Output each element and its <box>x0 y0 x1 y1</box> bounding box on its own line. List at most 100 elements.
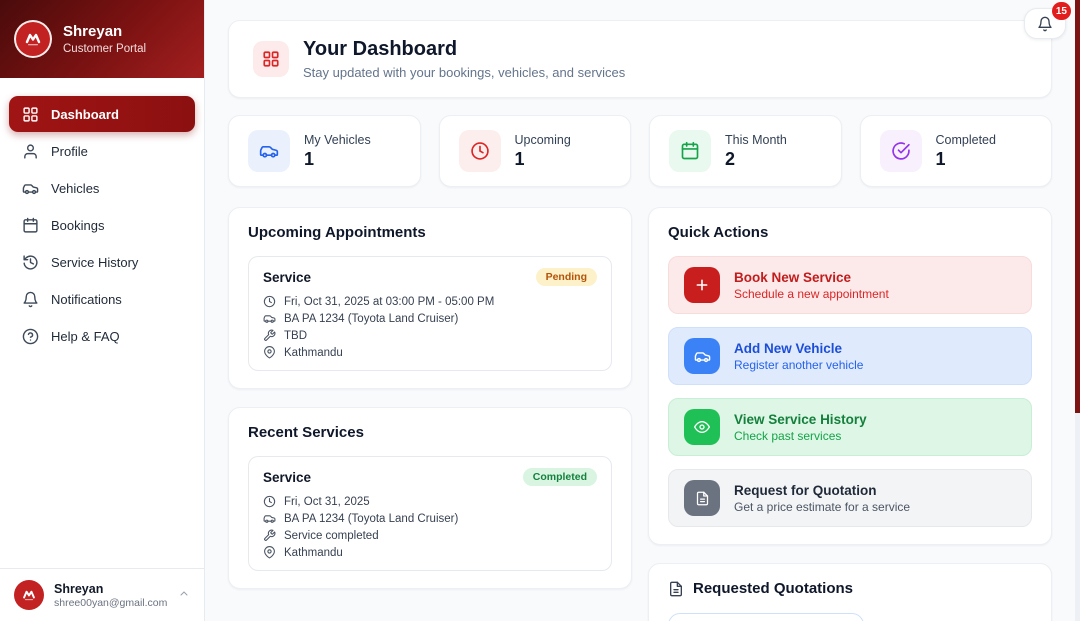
brand-title: Shreyan <box>63 23 146 42</box>
stat-card-this-month: This Month 2 <box>649 115 842 187</box>
action-title: Request for Quotation <box>734 483 910 498</box>
service-name: Service <box>263 470 311 485</box>
brand-subtitle: Customer Portal <box>63 43 146 55</box>
stat-value: 1 <box>936 149 996 170</box>
appointment-vehicle: BA PA 1234 (Toyota Land Cruiser) <box>284 313 458 325</box>
bell-icon <box>22 291 39 308</box>
stat-value: 1 <box>304 149 371 170</box>
action-subtitle: Get a price estimate for a service <box>734 500 910 514</box>
sidebar-item-label: Help & FAQ <box>51 329 120 344</box>
appointment-service: TBD <box>284 330 307 342</box>
customer-portal-app: Shreyan Customer Portal Dashboard Profil… <box>0 0 1080 621</box>
sidebar-item-label: Dashboard <box>51 107 119 122</box>
action-title: View Service History <box>734 412 867 427</box>
car-icon <box>248 130 290 172</box>
sidebar-item-label: Notifications <box>51 292 122 307</box>
sidebar-item-dashboard[interactable]: Dashboard <box>9 96 195 132</box>
book-new-service-button[interactable]: Book New Service Schedule a new appointm… <box>668 256 1032 314</box>
sidebar-nav: Dashboard Profile Vehicles Bookings <box>0 78 204 568</box>
check-circle-icon <box>880 130 922 172</box>
section-title: Upcoming Appointments <box>248 224 612 241</box>
car-icon <box>22 180 39 197</box>
car-icon <box>263 312 276 325</box>
chevron-up-icon <box>178 588 190 603</box>
bell-icon <box>1037 16 1053 32</box>
brand-logo <box>14 20 52 58</box>
sidebar-item-vehicles[interactable]: Vehicles <box>9 170 195 206</box>
action-subtitle: Register another vehicle <box>734 358 863 372</box>
clock-icon <box>263 495 276 508</box>
user-email: shree00yan@gmail.com <box>54 597 167 609</box>
action-subtitle: Schedule a new appointment <box>734 287 889 301</box>
section-title: Recent Services <box>248 424 612 441</box>
service-datetime: Fri, Oct 31, 2025 <box>284 496 370 508</box>
status-badge: Pending <box>536 268 597 286</box>
map-pin-icon <box>263 546 276 559</box>
main-content: 15 Your Dashboard Stay updated with your… <box>205 0 1080 621</box>
page-header-card: Your Dashboard Stay updated with your bo… <box>228 20 1052 98</box>
page-subtitle: Stay updated with your bookings, vehicle… <box>303 65 625 80</box>
appointment-name: Service <box>263 270 311 285</box>
file-icon <box>668 581 684 597</box>
user-avatar <box>14 580 44 610</box>
request-quotation-button[interactable]: Request for Quotation Get a price estima… <box>668 469 1032 527</box>
quotation-item[interactable] <box>668 613 864 621</box>
sidebar-user-menu[interactable]: Shreyan shree00yan@gmail.com <box>0 568 204 621</box>
clock-icon <box>459 130 501 172</box>
appointment-datetime: Fri, Oct 31, 2025 at 03:00 PM - 05:00 PM <box>284 296 494 308</box>
help-circle-icon <box>22 328 39 345</box>
add-new-vehicle-button[interactable]: Add New Vehicle Register another vehicle <box>668 327 1032 385</box>
section-title: Requested Quotations <box>693 580 853 597</box>
calendar-icon <box>669 130 711 172</box>
clock-icon <box>263 295 276 308</box>
stats-row: My Vehicles 1 Upcoming 1 This Month <box>228 115 1052 187</box>
sidebar-item-label: Vehicles <box>51 181 99 196</box>
service-location: Kathmandu <box>284 547 343 559</box>
sidebar: Shreyan Customer Portal Dashboard Profil… <box>0 0 205 621</box>
dashboard-grid-icon <box>22 106 39 123</box>
stat-card-upcoming: Upcoming 1 <box>439 115 632 187</box>
user-icon <box>22 143 39 160</box>
status-badge: Completed <box>523 468 597 486</box>
stat-card-completed: Completed 1 <box>860 115 1053 187</box>
quick-actions-card: Quick Actions Book New Service Schedule … <box>648 207 1052 545</box>
map-pin-icon <box>263 346 276 359</box>
stat-label: Upcoming <box>515 133 571 147</box>
stat-label: Completed <box>936 133 996 147</box>
notification-count-badge: 15 <box>1052 2 1071 20</box>
upcoming-appointments-card: Upcoming Appointments Service Pending Fr… <box>228 207 632 389</box>
calendar-icon <box>22 217 39 234</box>
section-title: Quick Actions <box>668 224 1032 241</box>
stat-card-my-vehicles: My Vehicles 1 <box>228 115 421 187</box>
history-icon <box>22 254 39 271</box>
wrench-icon <box>263 529 276 542</box>
service-item[interactable]: Service Completed Fri, Oct 31, 2025 BA P… <box>248 456 612 571</box>
requested-quotations-card: Requested Quotations <box>648 563 1052 621</box>
stat-value: 1 <box>515 149 571 170</box>
car-icon <box>263 512 276 525</box>
action-title: Add New Vehicle <box>734 341 863 356</box>
sidebar-item-service-history[interactable]: Service History <box>9 244 195 280</box>
car-icon <box>684 338 720 374</box>
appointment-location: Kathmandu <box>284 347 343 359</box>
logo-mark-icon <box>20 586 38 604</box>
view-service-history-button[interactable]: View Service History Check past services <box>668 398 1032 456</box>
appointment-item[interactable]: Service Pending Fri, Oct 31, 2025 at 03:… <box>248 256 612 371</box>
file-icon <box>684 480 720 516</box>
sidebar-item-label: Service History <box>51 255 138 270</box>
left-column: Upcoming Appointments Service Pending Fr… <box>228 207 632 589</box>
action-subtitle: Check past services <box>734 429 867 443</box>
dashboard-grid-icon <box>253 41 289 77</box>
page-title: Your Dashboard <box>303 38 625 61</box>
sidebar-item-notifications[interactable]: Notifications <box>9 281 195 317</box>
plus-icon <box>684 267 720 303</box>
sidebar-item-help-faq[interactable]: Help & FAQ <box>9 318 195 354</box>
service-vehicle: BA PA 1234 (Toyota Land Cruiser) <box>284 513 458 525</box>
sidebar-item-bookings[interactable]: Bookings <box>9 207 195 243</box>
right-column: Quick Actions Book New Service Schedule … <box>648 207 1052 621</box>
notifications-bell-button[interactable]: 15 <box>1024 8 1066 39</box>
scrollbar-thumb[interactable] <box>1075 0 1080 413</box>
sidebar-item-label: Bookings <box>51 218 104 233</box>
sidebar-item-profile[interactable]: Profile <box>9 133 195 169</box>
logo-mark-icon <box>22 28 44 50</box>
